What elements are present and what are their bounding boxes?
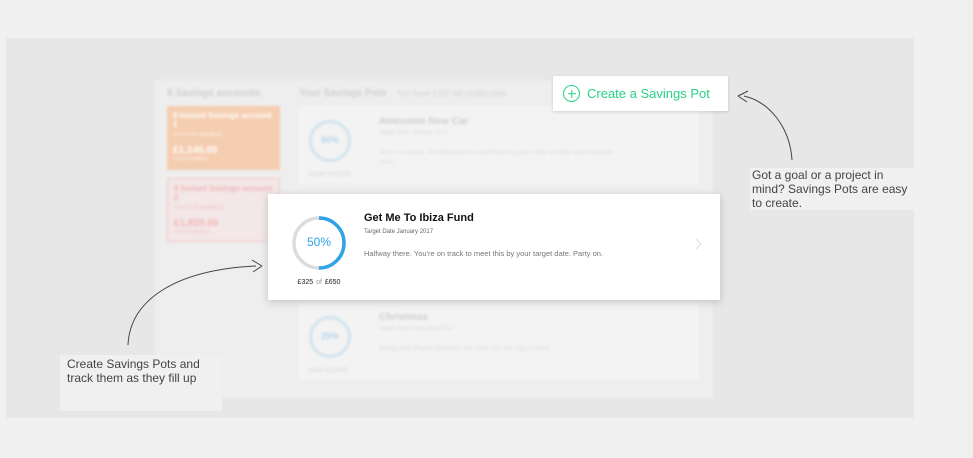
pot-message: Halfway there. You're on track to meet t… [364, 249, 604, 258]
pot-message: You're on course. One final push this mo… [379, 150, 614, 166]
account-title: 8 Instant Savings account 2 [174, 184, 273, 202]
amount-of: of [316, 279, 322, 286]
pot-target-date: Target Date January 2017 [379, 130, 449, 136]
pots-subheading: You have £320 left unallocated [397, 89, 507, 98]
chevron-right-icon[interactable] [690, 238, 702, 250]
pot-amount: £1640 of £2100 [309, 172, 351, 178]
savings-account-card[interactable]: 8 Instant Savings account 1 10-00-09 #86… [167, 106, 280, 170]
accounts-heading: 8 Savings accounts [167, 88, 261, 99]
account-balance: £1,820.00 [174, 218, 219, 229]
create-savings-pot-button[interactable]: Create a Savings Pot [553, 76, 728, 111]
pot-target-date: Target Date January 2017 [364, 229, 434, 235]
savings-pot-card-highlighted[interactable]: 50% £325 of £650 Get Me To Ibiza Fund Ta… [268, 194, 720, 300]
account-title: 8 Instant Savings account 1 [173, 111, 272, 129]
account-balance-label: Current balance [173, 156, 209, 162]
progress-ring: 50% [290, 214, 348, 272]
pot-amount: £325 of £650 [290, 279, 348, 286]
savings-account-card[interactable]: 8 Instant Savings account 2 10-00-09 #86… [167, 178, 280, 242]
plus-circle-icon [563, 85, 580, 102]
savings-pot-card[interactable]: 80% Awesome New Car Target Date January … [299, 106, 699, 184]
pot-title: Get Me To Ibiza Fund [364, 212, 474, 224]
pot-amount: £625 of £2600 [309, 368, 348, 374]
amount-target: £650 [324, 279, 341, 286]
pot-target-date: Target Date December 2017 [379, 326, 455, 332]
savings-pot-card[interactable]: 25% Christmas Target Date December 2017 … [299, 302, 699, 380]
account-number: 10-00-09 #864822 [174, 205, 224, 211]
pot-message: Strong start! Regular payments will make… [379, 346, 551, 352]
account-number: 10-00-09 #864821 [173, 132, 223, 138]
account-balance: £1,140.00 [173, 145, 218, 156]
account-balance-label: Current balance [174, 229, 210, 235]
create-savings-pot-label: Create a Savings Pot [587, 86, 710, 101]
amount-saved: £325 [297, 279, 314, 286]
pots-heading: Your Savings Pots [299, 88, 387, 99]
callout-create-pot: Got a goal or a project in mind? Savings… [750, 168, 915, 210]
progress-percent: 25% [320, 331, 339, 341]
progress-percent: 50% [306, 235, 332, 249]
progress-percent: 80% [320, 135, 339, 145]
pot-name: Christmas [379, 312, 428, 323]
callout-track-pots: Create Savings Pots and track them as th… [60, 355, 222, 411]
pot-name: Awesome New Car [379, 116, 469, 127]
